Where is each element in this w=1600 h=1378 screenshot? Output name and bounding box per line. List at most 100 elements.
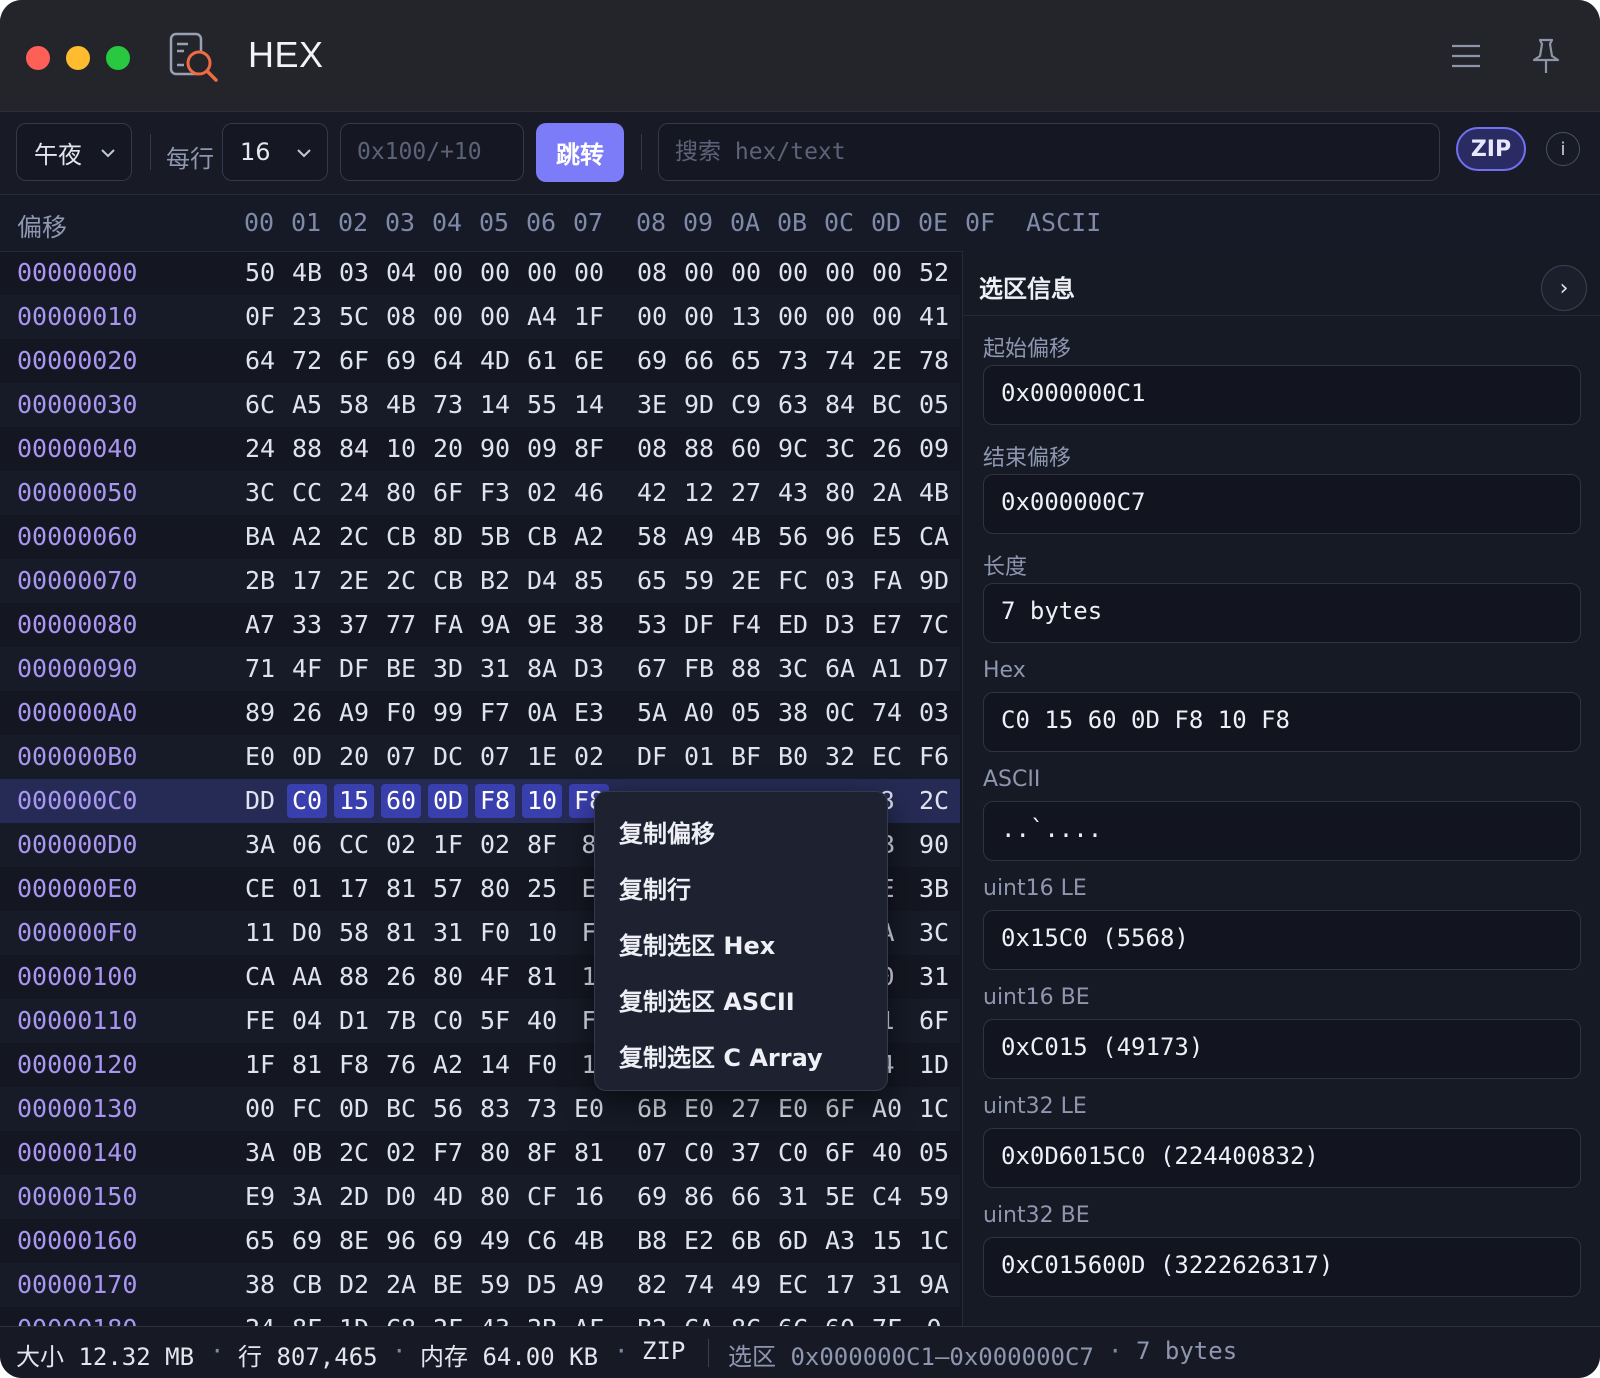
hex-byte[interactable]: 4B xyxy=(914,476,954,510)
hex-byte[interactable]: CC xyxy=(334,828,374,862)
hex-byte[interactable]: C4 xyxy=(867,1180,907,1214)
hex-byte[interactable]: A7 xyxy=(240,608,280,642)
hex-byte[interactable]: 80 xyxy=(820,476,860,510)
hex-byte[interactable]: 3B xyxy=(914,872,954,906)
hex-byte[interactable]: 00 xyxy=(475,256,515,290)
hex-row[interactable]: 00000180 24 8F 1D C8 2F 43 2B AF B2 CA 8C 6C 60 7F 0 xyxy=(0,1307,960,1326)
hex-byte[interactable]: A4 xyxy=(522,300,562,334)
hex-byte[interactable]: 69 xyxy=(428,1224,468,1258)
hex-byte[interactable]: 60 xyxy=(381,784,421,818)
menu-icon[interactable] xyxy=(1446,36,1486,76)
hex-byte[interactable]: 96 xyxy=(381,1224,421,1258)
hex-byte[interactable]: C8 xyxy=(381,1312,421,1326)
hex-byte[interactable]: 61 xyxy=(522,344,562,378)
hex-byte[interactable]: 2C xyxy=(914,784,954,818)
hex-byte[interactable]: A9 xyxy=(569,1268,609,1302)
field-value-box[interactable]: 0xC015600D (3222626317) xyxy=(983,1237,1581,1297)
hex-byte[interactable]: 52 xyxy=(914,256,954,290)
hex-byte[interactable]: A9 xyxy=(679,520,719,554)
hex-byte[interactable]: 00 xyxy=(428,256,468,290)
hex-byte[interactable]: C0 xyxy=(773,1136,813,1170)
hex-byte[interactable]: DF xyxy=(334,652,374,686)
hex-byte[interactable]: E7 xyxy=(867,608,907,642)
hex-byte[interactable]: CB xyxy=(522,520,562,554)
field-value-box[interactable]: 0x000000C7 xyxy=(983,474,1581,534)
hex-byte[interactable]: 8D xyxy=(428,520,468,554)
hex-byte[interactable]: 26 xyxy=(287,696,327,730)
hex-byte[interactable]: 90 xyxy=(475,432,515,466)
hex-byte[interactable]: 3C xyxy=(240,476,280,510)
hex-byte[interactable]: 00 xyxy=(773,256,813,290)
hex-byte[interactable]: 6C xyxy=(773,1312,813,1326)
hex-byte[interactable]: 74 xyxy=(820,344,860,378)
hex-byte[interactable]: 60 xyxy=(820,1312,860,1326)
hex-byte[interactable]: BC xyxy=(867,388,907,422)
hex-byte[interactable]: 0D xyxy=(334,1092,374,1126)
hex-byte[interactable]: 5A xyxy=(632,696,672,730)
hex-byte[interactable]: 5F xyxy=(475,1004,515,1038)
hex-byte[interactable]: BC xyxy=(381,1092,421,1126)
hex-byte[interactable]: 58 xyxy=(334,916,374,950)
hex-byte[interactable]: B2 xyxy=(475,564,515,598)
hex-byte[interactable]: DD xyxy=(240,784,280,818)
hex-grid[interactable]: 00000000 50 4B 03 04 00 00 00 00 08 00 00 00 00 00 52 00… xyxy=(0,251,960,1326)
hex-byte[interactable]: 65 xyxy=(632,564,672,598)
hex-byte[interactable]: D2 xyxy=(334,1268,374,1302)
hex-row[interactable]: 000000B0 E0 0D 20 07 DC 07 1E 02 DF 01 BF B0 32 EC F6 xyxy=(0,735,960,779)
hex-byte[interactable]: 0F xyxy=(240,300,280,334)
field-value-box[interactable]: C0 15 60 0D F8 10 F8 xyxy=(983,692,1581,752)
hex-byte[interactable]: 56 xyxy=(428,1092,468,1126)
hex-byte[interactable]: 74 xyxy=(867,696,907,730)
hex-byte[interactable]: 37 xyxy=(334,608,374,642)
hex-byte[interactable]: 71 xyxy=(240,652,280,686)
hex-row[interactable]: 00000060 BA A2 2C CB 8D 5B CB A2 58 A9 4B 56 96 E5 CA xyxy=(0,515,960,559)
hex-byte[interactable]: 07 xyxy=(632,1136,672,1170)
hex-byte[interactable]: 85 xyxy=(569,564,609,598)
hex-byte[interactable]: 80 xyxy=(475,1136,515,1170)
hex-row[interactable]: 00000010 0F 23 5C 08 00 00 A4 1F 00 00 13 00 00 00 41 xyxy=(0,295,960,339)
hex-byte[interactable]: 01 xyxy=(679,740,719,774)
hex-byte[interactable]: 2B xyxy=(240,564,280,598)
hex-byte[interactable]: E5 xyxy=(867,520,907,554)
hex-byte[interactable]: 80 xyxy=(475,1180,515,1214)
hex-byte[interactable]: 23 xyxy=(287,300,327,334)
hex-byte[interactable]: 77 xyxy=(381,608,421,642)
hex-byte[interactable]: 42 xyxy=(632,476,672,510)
hex-byte[interactable]: 69 xyxy=(381,344,421,378)
hex-byte[interactable]: 03 xyxy=(334,256,374,290)
hex-byte[interactable]: 67 xyxy=(632,652,672,686)
hex-byte[interactable]: 17 xyxy=(287,564,327,598)
hex-byte[interactable]: 6B xyxy=(632,1092,672,1126)
zoom-window-button[interactable] xyxy=(106,46,130,70)
hex-byte[interactable]: CB xyxy=(381,520,421,554)
hex-byte[interactable]: 26 xyxy=(867,432,907,466)
hex-byte[interactable]: A0 xyxy=(679,696,719,730)
hex-byte[interactable]: CB xyxy=(428,564,468,598)
hex-byte[interactable]: 0D xyxy=(428,784,468,818)
hex-byte[interactable]: 00 xyxy=(867,256,907,290)
hex-byte[interactable]: 32 xyxy=(820,740,860,774)
hex-byte[interactable]: E9 xyxy=(240,1180,280,1214)
hex-row[interactable]: 00000030 6C A5 58 4B 73 14 55 14 3E 9D C9 63 84 BC 05 xyxy=(0,383,960,427)
hex-byte[interactable]: 02 xyxy=(381,1136,421,1170)
theme-select[interactable]: 午夜 xyxy=(16,123,132,181)
hex-byte[interactable]: 7C xyxy=(914,608,954,642)
hex-byte[interactable]: 11 xyxy=(240,916,280,950)
hex-byte[interactable]: 4F xyxy=(287,652,327,686)
hex-byte[interactable]: 8F xyxy=(569,432,609,466)
hex-byte[interactable]: CA xyxy=(679,1312,719,1326)
hex-byte[interactable]: 88 xyxy=(334,960,374,994)
hex-byte[interactable]: CF xyxy=(522,1180,562,1214)
hex-byte[interactable]: BE xyxy=(428,1268,468,1302)
hex-byte[interactable]: AA xyxy=(287,960,327,994)
hex-byte[interactable]: 3C xyxy=(914,916,954,950)
hex-byte[interactable]: 73 xyxy=(428,388,468,422)
hex-byte[interactable]: 7B xyxy=(381,1004,421,1038)
hex-byte[interactable]: 00 xyxy=(867,300,907,334)
hex-byte[interactable]: 02 xyxy=(475,828,515,862)
search-field[interactable] xyxy=(658,123,1440,181)
jump-offset-input[interactable] xyxy=(341,139,523,165)
hex-row[interactable]: 00000170 38 CB D2 2A BE 59 D5 A9 82 74 49 EC 17 31 9A xyxy=(0,1263,960,1307)
jump-button[interactable]: 跳转 xyxy=(536,123,624,182)
hex-byte[interactable]: 66 xyxy=(726,1180,766,1214)
